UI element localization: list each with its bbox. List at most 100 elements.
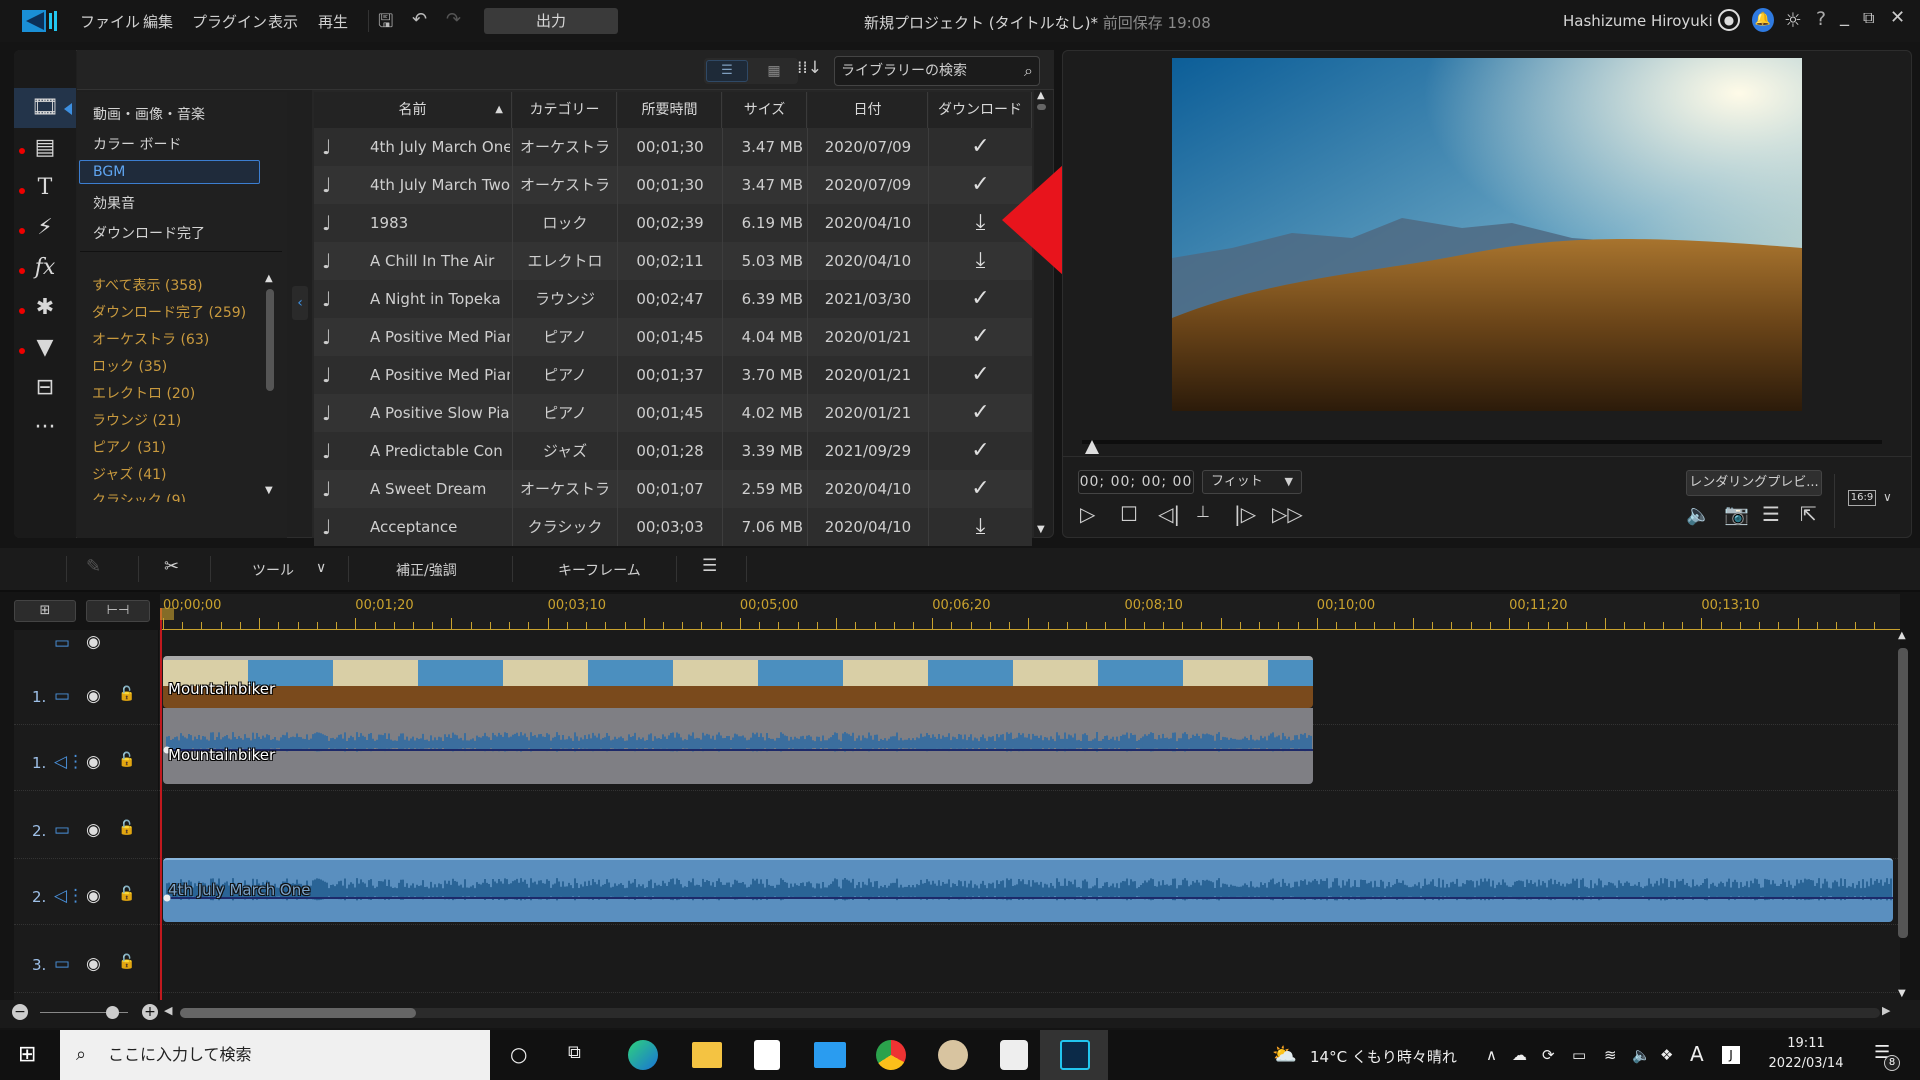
scroll-down-icon[interactable]: ▼	[1037, 524, 1045, 535]
chevron-down-icon[interactable]: ∨	[1883, 490, 1892, 504]
col-header-size[interactable]: サイズ	[723, 92, 807, 128]
timeline-hscroll[interactable]	[180, 1008, 1880, 1018]
preview-seek-bar[interactable]	[1082, 440, 1882, 444]
mark-icon[interactable]: ⊥	[1196, 502, 1210, 521]
unlock-icon[interactable]: 🔓	[118, 886, 135, 902]
notification-bell-icon[interactable]: 🔔	[1752, 8, 1774, 32]
tray-expand-icon[interactable]: ∧	[1486, 1046, 1497, 1064]
cortana-icon[interactable]: ○	[510, 1042, 527, 1066]
list-view-icon[interactable]: ☰	[706, 60, 748, 82]
audio-clip-mountainbiker[interactable]	[163, 708, 1313, 784]
eye-icon[interactable]: ◉	[86, 886, 101, 906]
grid-view-icon[interactable]: ▦	[754, 60, 794, 82]
account-icon[interactable]: ●	[1718, 9, 1740, 31]
next-frame-icon[interactable]: |▷	[1234, 502, 1256, 526]
library-row[interactable]: ♩ A Night in Topeka ラウンジ 00;02;47 6.39 MB 202…	[314, 280, 1032, 318]
paint-icon[interactable]	[938, 1040, 968, 1070]
preview-timecode[interactable]: 00; 00; 00; 00	[1078, 470, 1194, 494]
zoom-out-icon[interactable]: −	[12, 1004, 28, 1020]
taskbar-clock[interactable]: 19:11 2022/03/14	[1756, 1034, 1856, 1074]
subtitle-room-icon[interactable]: ⊟	[14, 368, 76, 408]
tree-item-colorboard[interactable]: カラー ボード	[93, 134, 181, 154]
redo-icon[interactable]: ↷	[446, 9, 461, 30]
unlock-icon[interactable]: 🔓	[118, 954, 135, 970]
library-row[interactable]: ♩ 1983 ロック 00;02;39 6.19 MB 2020/04/10 ⤓	[314, 204, 1032, 242]
sync-icon[interactable]: ⟳	[1542, 1046, 1555, 1064]
store-icon[interactable]	[754, 1040, 780, 1070]
zoom-slider-thumb[interactable]	[106, 1006, 119, 1019]
library-row[interactable]: ♩ 4th July March One オーケストラ 00;01;30 3.47 MB…	[314, 128, 1032, 166]
col-header-download[interactable]: ダウンロード	[929, 92, 1032, 128]
ime-icon[interactable]: J	[1722, 1046, 1740, 1064]
eye-icon[interactable]: ◉	[86, 752, 101, 772]
col-header-category[interactable]: カテゴリー	[513, 92, 617, 128]
library-search-input[interactable]: ライブラリーの検索 ⌕	[834, 56, 1040, 86]
stop-icon[interactable]: ☐	[1120, 502, 1138, 526]
col-header-name[interactable]: 名前 ▲	[314, 92, 512, 128]
menu-view[interactable]: 表示	[268, 11, 298, 32]
scroll-up-icon[interactable]: ▲	[265, 273, 273, 284]
eye-icon[interactable]: ◉	[86, 632, 101, 652]
dropbox-icon[interactable]: ❖	[1660, 1046, 1673, 1064]
playhead-handle[interactable]	[160, 608, 174, 620]
wifi-icon[interactable]: ≋	[1604, 1046, 1617, 1064]
category-rock[interactable]: ロック (35)	[92, 356, 167, 376]
chevron-down-icon[interactable]: ∨	[316, 560, 326, 576]
library-row[interactable]: ♩ A Chill In The Air エレクトロ 00;02;11 5.03 MB 2…	[314, 242, 1032, 280]
eye-icon[interactable]: ◉	[86, 954, 101, 974]
keyframe-button[interactable]: キーフレーム	[558, 560, 641, 580]
unlock-icon[interactable]: 🔓	[118, 752, 135, 768]
menu-plugin[interactable]: プラグイン	[192, 11, 267, 32]
scroll-down-icon[interactable]: ▼	[265, 485, 273, 496]
col-header-date[interactable]: 日付	[808, 92, 928, 128]
scroll-down-icon[interactable]: ▼	[1898, 988, 1906, 999]
category-lounge[interactable]: ラウンジ (21)	[92, 410, 181, 430]
library-row[interactable]: ♩ A Positive Med Pian... ピアノ 00;01;45 4.04 M…	[314, 318, 1032, 356]
volume-icon[interactable]: 🔈	[1686, 502, 1711, 526]
aspect-ratio[interactable]: 16:9	[1848, 490, 1876, 506]
more-rooms-icon[interactable]: ···	[14, 408, 76, 448]
timeline-hscroll-thumb[interactable]	[180, 1008, 416, 1018]
track-manager-icon[interactable]: ⊞	[14, 600, 76, 622]
scroll-up-icon[interactable]: ▲	[1037, 90, 1045, 101]
prev-frame-icon[interactable]: ◁|	[1158, 502, 1180, 526]
help-icon[interactable]: ?	[1816, 8, 1826, 30]
menu-file[interactable]: ファイル	[80, 11, 140, 32]
audio-clip-bgm[interactable]	[163, 858, 1893, 922]
scroll-up-icon[interactable]: ▲	[1898, 630, 1906, 641]
battery-icon[interactable]: ▭	[1572, 1046, 1586, 1064]
download-icon[interactable]: ⤓	[929, 508, 1032, 546]
library-row[interactable]: ♩ Acceptance クラシック 00;03;03 7.06 MB 2020/04/1…	[314, 508, 1032, 546]
category-jazz[interactable]: ジャズ (41)	[92, 464, 167, 484]
fast-forward-icon[interactable]: ▷▷	[1272, 502, 1303, 526]
menu-edit[interactable]: 編集	[143, 11, 173, 32]
scroll-right-icon[interactable]: ▶	[1882, 1004, 1890, 1017]
unlock-icon[interactable]: 🔓	[118, 820, 135, 836]
library-row[interactable]: ♩ A Positive Med Pian... ピアノ 00;01;37 3.70 M…	[314, 356, 1032, 394]
close-icon[interactable]: ✕	[1890, 7, 1905, 28]
fit-timeline-icon[interactable]: ⊢⊣	[86, 600, 150, 622]
eye-icon[interactable]: ◉	[86, 820, 101, 840]
tree-item-sfx[interactable]: 効果音	[93, 193, 135, 213]
preview-menu-icon[interactable]: ☰	[1762, 502, 1780, 526]
restore-icon[interactable]: ⧉	[1863, 8, 1874, 28]
library-row[interactable]: ♩ A Sweet Dream オーケストラ 00;01;07 2.59 MB 2020/…	[314, 470, 1032, 508]
app-icon[interactable]	[1000, 1040, 1028, 1070]
menu-playback[interactable]: 再生	[318, 11, 348, 32]
powerdirector-taskbar-icon[interactable]	[1060, 1040, 1090, 1070]
scroll-thumb[interactable]	[266, 289, 274, 391]
scissors-icon[interactable]: ✂	[164, 556, 179, 577]
snapshot-camera-icon[interactable]: 📷	[1724, 502, 1749, 526]
tools-menu[interactable]: ツール	[252, 560, 294, 580]
pen-icon[interactable]: ✎	[86, 556, 101, 577]
category-electro[interactable]: エレクトロ (20)	[92, 383, 195, 403]
subtitle-list-icon[interactable]: ☰	[702, 556, 717, 576]
weather-text[interactable]: 14°C くもり時々晴れ	[1310, 1046, 1457, 1067]
unlock-icon[interactable]: 🔓	[118, 686, 135, 702]
preview-seek-thumb[interactable]	[1085, 440, 1099, 454]
save-icon[interactable]: 🖫	[378, 9, 393, 39]
zoom-fit-select[interactable]: フィット ▼	[1202, 470, 1302, 494]
minimize-icon[interactable]: _	[1840, 6, 1849, 27]
library-row[interactable]: ♩ A Positive Slow Pia... ピアノ 00;01;45 4.02 M…	[314, 394, 1032, 432]
windows-start-icon[interactable]: ⊞	[18, 1042, 36, 1067]
